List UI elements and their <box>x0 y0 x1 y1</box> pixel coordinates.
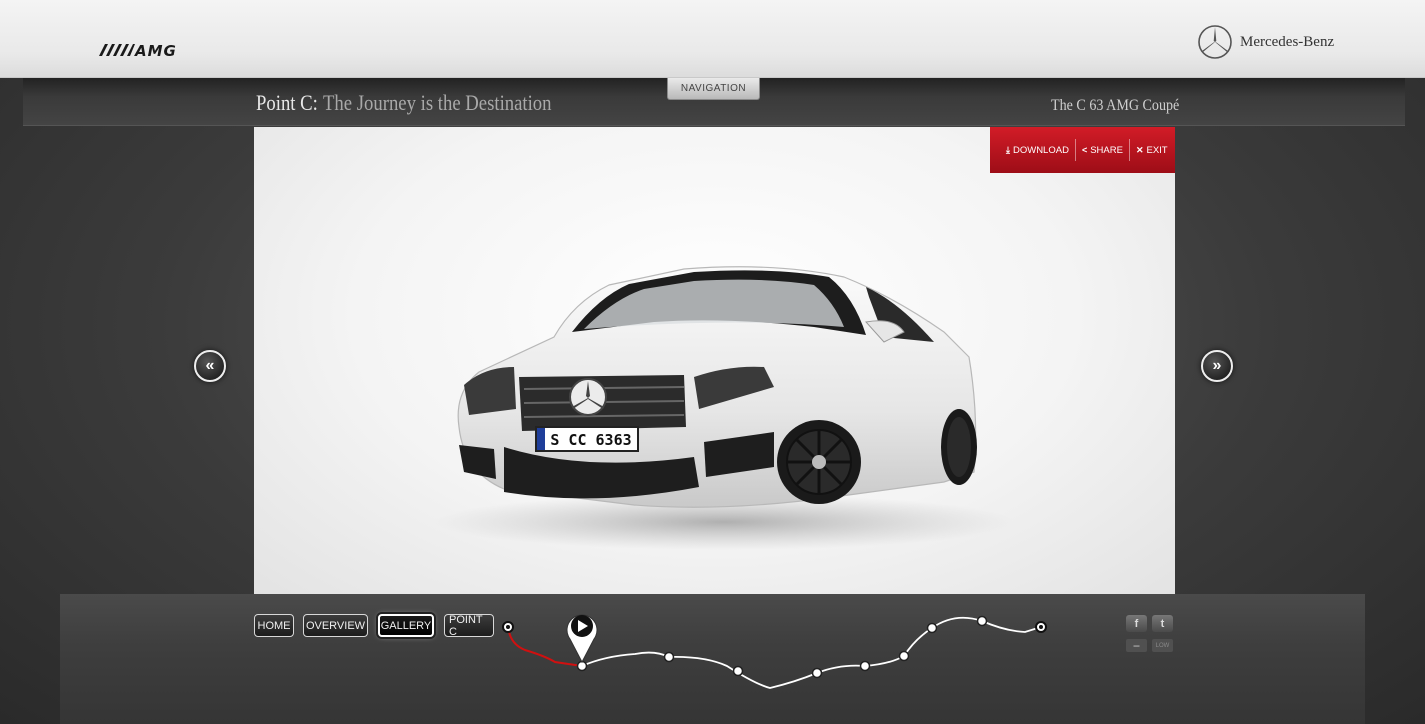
chevron-double-right-icon: » <box>1212 357 1222 374</box>
share-label: SHARE <box>1090 144 1123 156</box>
download-icon: ⤓ <box>1006 144 1010 155</box>
nav-overview-button[interactable]: OVERVIEW <box>303 614 368 637</box>
route-waypoint[interactable] <box>976 615 988 627</box>
close-icon: ✕ <box>1135 144 1144 155</box>
page-title: Point C: <box>256 90 318 115</box>
download-label: DOWNLOAD <box>1012 144 1069 156</box>
facebook-button[interactable]: f <box>1126 615 1147 632</box>
photo-action-bar: ⤓ DOWNLOAD < SHARE ✕ EXIT <box>990 127 1175 173</box>
twitter-icon: t <box>1160 617 1165 630</box>
low-quality-label: LOW <box>1155 642 1170 649</box>
nav-gallery-button[interactable]: GALLERY <box>378 614 434 637</box>
route-end-dot <box>1039 625 1043 629</box>
route-waypoint[interactable] <box>898 650 910 662</box>
route-waypoint[interactable] <box>811 667 823 679</box>
amg-logo-text: AMG <box>135 42 177 60</box>
route-waypoint[interactable] <box>926 622 938 634</box>
nav-home-label: HOME <box>257 619 291 632</box>
route-waypoint[interactable] <box>663 651 675 663</box>
share-button[interactable]: < SHARE <box>1074 139 1129 161</box>
license-plate: S CC 6363 <box>550 431 631 449</box>
low-quality-button[interactable]: LOW <box>1152 639 1173 652</box>
top-header: AMG Mercedes-Benz <box>0 0 1425 78</box>
page-subtitle: The Journey is the Destination <box>323 90 552 115</box>
nav-point-c-label: POINT C <box>449 613 483 638</box>
car-image: S CC 6363 <box>434 266 1014 550</box>
share-icon: < <box>1081 145 1088 155</box>
model-name: The C 63 AMG Coupé <box>1051 97 1180 114</box>
chat-button[interactable]: ▬ <box>1126 639 1147 652</box>
previous-photo-button[interactable]: « <box>194 350 226 382</box>
mercedes-benz-wordmark: Mercedes-Benz <box>1240 33 1335 50</box>
mercedes-star-icon <box>1198 25 1232 59</box>
chat-icon: ▬ <box>1133 642 1140 649</box>
twitter-button[interactable]: t <box>1152 615 1173 632</box>
navigation-tab[interactable]: NAVIGATION <box>667 78 760 100</box>
next-photo-button[interactable]: » <box>1201 350 1233 382</box>
play-location-pin[interactable] <box>566 614 598 664</box>
route-waypoint[interactable] <box>732 665 744 677</box>
exit-button[interactable]: ✕ EXIT <box>1128 139 1174 161</box>
nav-gallery-label: GALLERY <box>380 619 432 632</box>
chevron-double-left-icon: « <box>205 357 215 374</box>
download-button[interactable]: ⤓ DOWNLOAD <box>1000 139 1075 161</box>
nav-overview-label: OVERVIEW <box>305 619 366 632</box>
facebook-icon: f <box>1134 617 1139 630</box>
amg-logo[interactable]: AMG <box>95 42 177 60</box>
mercedes-benz-logo[interactable]: Mercedes-Benz <box>1197 24 1334 60</box>
nav-point-c-button[interactable]: POINT C <box>444 613 494 638</box>
gallery-photo: S CC 6363 <box>254 127 1175 594</box>
journey-route-map[interactable] <box>495 604 1055 699</box>
route-start-dot <box>506 625 510 629</box>
nav-home-button[interactable]: HOME <box>254 614 294 637</box>
exit-label: EXIT <box>1146 144 1168 156</box>
route-waypoint[interactable] <box>859 660 871 672</box>
amg-stripes-icon <box>99 44 135 56</box>
